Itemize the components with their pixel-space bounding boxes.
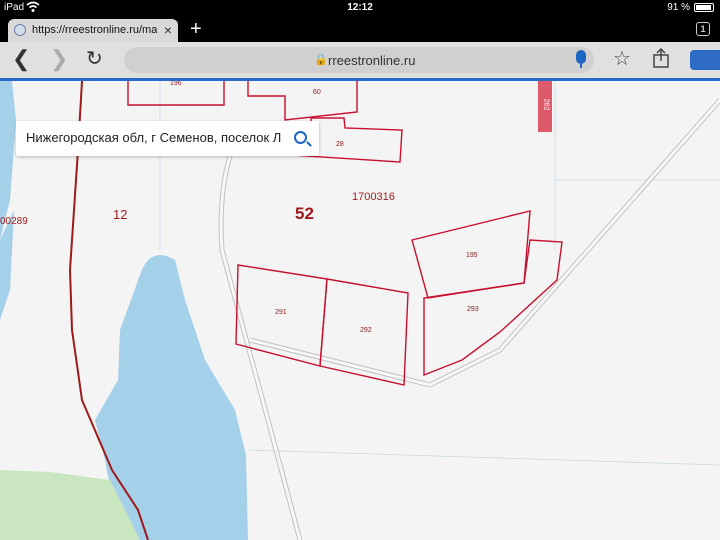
parcel-label: 292 — [360, 327, 372, 334]
region-number-label: 52 — [295, 204, 314, 223]
site-logo[interactable] — [690, 50, 720, 70]
parcel-label: 262 — [542, 98, 550, 111]
back-button[interactable]: ❮ — [12, 48, 30, 70]
browser-toolbar: ❮ ❯ ↻ 🔒 rreestronline.ru ☆ — [0, 42, 720, 78]
battery-percent: 91 % — [667, 2, 690, 13]
tab-title: https://rreestronline.ru/map — [32, 24, 157, 36]
tab-strip: https://rreestronline.ru/map × + 1 — [0, 16, 720, 42]
battery-icon — [694, 3, 714, 12]
close-tab-icon[interactable]: × — [164, 22, 172, 38]
browser-tab[interactable]: https://rreestronline.ru/map × — [8, 19, 178, 42]
share-icon[interactable] — [652, 47, 670, 73]
lock-icon: 🔒 — [314, 54, 328, 66]
parcel-label: 291 — [275, 309, 287, 316]
block-number-label: 1700316 — [352, 191, 395, 203]
clock: 12:12 — [347, 2, 373, 13]
site-favicon-icon — [14, 24, 26, 36]
forward-button[interactable]: ❯ — [50, 48, 68, 70]
parcel-label: 195 — [466, 252, 478, 259]
parcel-label: 196 — [170, 81, 182, 87]
reload-button[interactable]: ↻ — [86, 48, 103, 70]
address-bar[interactable]: 🔒 rreestronline.ru — [124, 47, 594, 73]
parcel-label: 293 — [467, 306, 479, 313]
parcel-label: 60 — [313, 89, 321, 96]
block-label: 00289 — [0, 216, 28, 227]
status-bar: iPad 12:12 91 % — [0, 0, 720, 16]
search-icon[interactable] — [294, 131, 307, 144]
address-search-input[interactable] — [26, 130, 282, 145]
block-label: 12 — [113, 207, 128, 222]
tab-count-button[interactable]: 1 — [696, 22, 710, 36]
url-domain: rreestronline.ru — [328, 53, 416, 68]
parcel-label: 28 — [336, 141, 344, 148]
bookmark-star-icon[interactable]: ☆ — [613, 48, 631, 70]
new-tab-button[interactable]: + — [190, 18, 202, 41]
microphone-icon[interactable] — [576, 50, 586, 68]
map-search-box — [16, 121, 319, 156]
